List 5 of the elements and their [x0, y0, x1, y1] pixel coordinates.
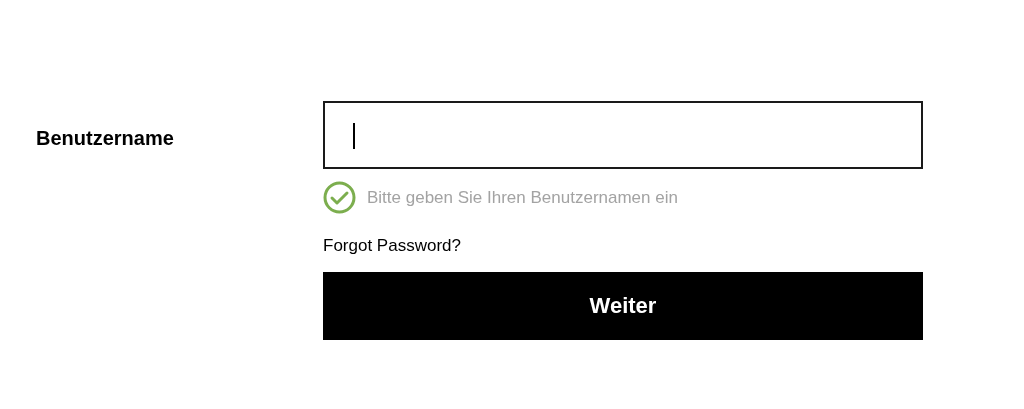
input-field[interactable]	[323, 101, 923, 169]
field-label: Benutzername	[36, 127, 174, 149]
hint-text: Bitte geben Sie Ihren Benutzernamen ein	[367, 186, 678, 209]
forgot-password-link[interactable]: Forgot Password?	[323, 236, 461, 255]
continue-button[interactable]: Weiter	[323, 271, 923, 340]
